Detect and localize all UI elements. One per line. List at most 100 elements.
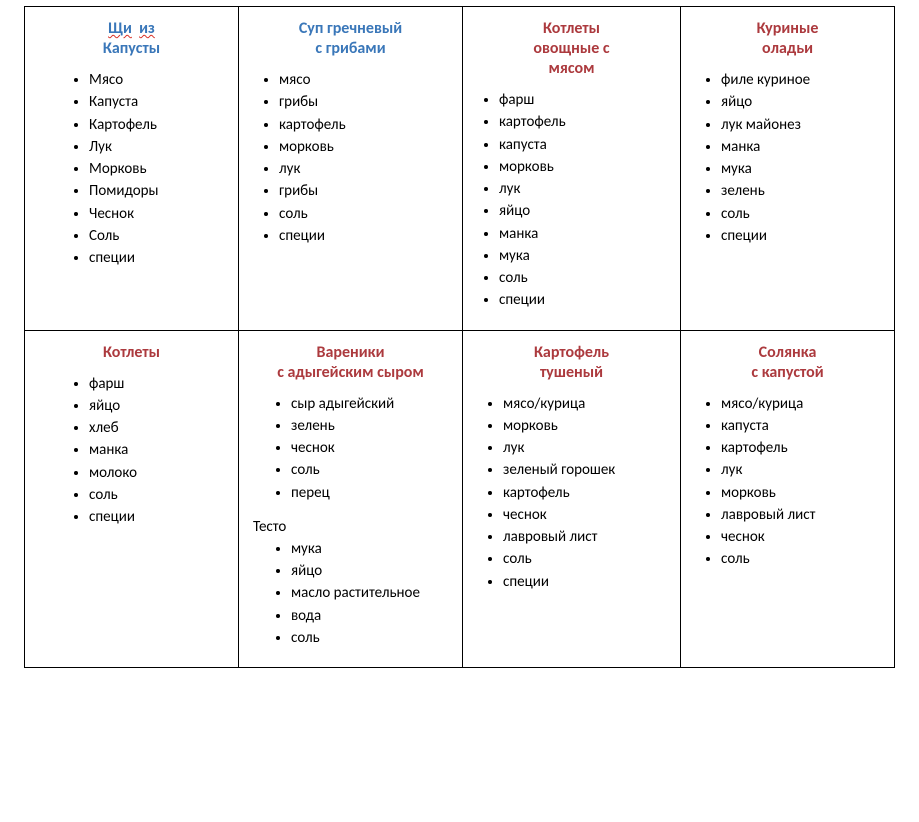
title-part: Капусты: [103, 39, 160, 58]
ingredient-item: лук: [721, 459, 888, 481]
title-part: Щи: [108, 19, 132, 38]
ingredient-item: молоко: [89, 462, 232, 484]
ingredient-item: специи: [721, 225, 888, 247]
ingredient-item: специи: [279, 225, 456, 247]
title-part: Котлеты: [543, 19, 600, 38]
ingredient-item: картофель: [279, 114, 456, 136]
recipes-table: Щи из Капусты Мясо Капуста Картофель Лук…: [24, 6, 895, 668]
ingredient-item: вода: [291, 605, 456, 627]
ingredient-item: Помидоры: [89, 180, 232, 202]
ingredient-item: специи: [89, 506, 232, 528]
title-part: Картофель: [534, 343, 609, 362]
recipe-cell: Солянка с капустой мясо/курица капуста к…: [681, 330, 895, 668]
ingredient-item: соль: [721, 203, 888, 225]
recipe-title: Щи из Капусты: [31, 19, 232, 59]
ingredient-item: манка: [89, 439, 232, 461]
sub-heading: Тесто: [253, 518, 456, 536]
ingredient-item: мука: [291, 538, 456, 560]
recipe-cell: Суп гречневый с грибами мясо грибы карто…: [239, 7, 463, 331]
ingredient-item: картофель: [499, 111, 674, 133]
ingredient-item: соль: [89, 484, 232, 506]
ingredient-item: чеснок: [503, 504, 674, 526]
title-part: Суп гречневый: [299, 19, 402, 38]
ingredient-item: морковь: [721, 482, 888, 504]
ingredient-list: филе куриное яйцо лук майонез манка мука…: [687, 69, 888, 247]
recipe-cell: Картофель тушеный мясо/курица морковь лу…: [463, 330, 681, 668]
ingredient-item: грибы: [279, 91, 456, 113]
ingredient-item: капуста: [499, 134, 674, 156]
title-part: с грибами: [315, 39, 385, 58]
ingredient-item: соль: [721, 548, 888, 570]
ingredient-item: мясо/курица: [503, 393, 674, 415]
recipe-title: Картофель тушеный: [469, 343, 674, 383]
ingredient-item: яйцо: [721, 91, 888, 113]
ingredient-item: специи: [503, 571, 674, 593]
ingredient-item: лук: [499, 178, 674, 200]
ingredient-list: фарш картофель капуста морковь лук яйцо …: [469, 89, 674, 312]
title-part: Вареники: [317, 343, 385, 362]
ingredient-item: манка: [499, 223, 674, 245]
ingredient-list: мясо грибы картофель морковь лук грибы с…: [245, 69, 456, 247]
title-part: Куриные: [757, 19, 819, 38]
ingredient-item: капуста: [721, 415, 888, 437]
title-part: из: [139, 19, 155, 38]
ingredient-item: Картофель: [89, 114, 232, 136]
ingredient-item: яйцо: [499, 200, 674, 222]
ingredient-item: морковь: [499, 156, 674, 178]
title-part: с капустой: [751, 363, 823, 382]
ingredient-item: мука: [721, 158, 888, 180]
ingredient-item: зеленый горошек: [503, 459, 674, 481]
ingredient-item: Чеснок: [89, 203, 232, 225]
recipe-title: Куриные оладьи: [687, 19, 888, 59]
ingredient-item: Мясо: [89, 69, 232, 91]
ingredient-item: Соль: [89, 225, 232, 247]
title-part: мясом: [548, 59, 594, 78]
ingredient-list: Мясо Капуста Картофель Лук Морковь Помид…: [31, 69, 232, 269]
ingredient-item: соль: [291, 627, 456, 649]
ingredient-item: яйцо: [89, 395, 232, 417]
ingredient-item: соль: [279, 203, 456, 225]
ingredient-list: мясо/курица капуста картофель лук морков…: [687, 393, 888, 571]
recipe-title: Солянка с капустой: [687, 343, 888, 383]
ingredient-item: мясо/курица: [721, 393, 888, 415]
ingredient-list: мука яйцо масло растительное вода соль: [245, 538, 456, 649]
ingredient-item: соль: [503, 548, 674, 570]
ingredient-item: специи: [499, 289, 674, 311]
recipe-title: Суп гречневый с грибами: [245, 19, 456, 59]
ingredient-item: Морковь: [89, 158, 232, 180]
ingredient-item: лавровый лист: [721, 504, 888, 526]
ingredient-item: морковь: [503, 415, 674, 437]
ingredient-item: зелень: [291, 415, 456, 437]
title-part: тушеный: [540, 363, 603, 382]
title-part: Котлеты: [103, 343, 160, 362]
ingredient-item: фарш: [499, 89, 674, 111]
recipe-cell: Котлеты фарш яйцо хлеб манка молоко соль…: [25, 330, 239, 668]
ingredient-item: масло растительное: [291, 582, 456, 604]
recipe-cell: Котлеты овощные с мясом фарш картофель к…: [463, 7, 681, 331]
recipe-cell: Вареники с адыгейским сыром сыр адыгейск…: [239, 330, 463, 668]
ingredient-item: специи: [89, 247, 232, 269]
ingredient-item: лук: [279, 158, 456, 180]
recipe-title: Вареники с адыгейским сыром: [245, 343, 456, 383]
ingredient-item: хлеб: [89, 417, 232, 439]
title-part: оладьи: [762, 39, 813, 58]
ingredient-item: зелень: [721, 180, 888, 202]
ingredient-item: фарш: [89, 373, 232, 395]
recipe-title: Котлеты: [31, 343, 232, 363]
ingredient-item: лук майонез: [721, 114, 888, 136]
ingredient-item: лук: [503, 437, 674, 459]
title-part: с адыгейским сыром: [277, 363, 424, 382]
recipe-title: Котлеты овощные с мясом: [469, 19, 674, 79]
ingredient-item: грибы: [279, 180, 456, 202]
ingredient-item: чеснок: [721, 526, 888, 548]
ingredient-item: перец: [291, 482, 456, 504]
ingredient-item: Капуста: [89, 91, 232, 113]
recipe-cell: Куриные оладьи филе куриное яйцо лук май…: [681, 7, 895, 331]
ingredient-list: фарш яйцо хлеб манка молоко соль специи: [31, 373, 232, 529]
ingredient-item: Лук: [89, 136, 232, 158]
ingredient-item: мясо: [279, 69, 456, 91]
ingredient-item: картофель: [503, 482, 674, 504]
ingredient-list: мясо/курица морковь лук зеленый горошек …: [469, 393, 674, 593]
ingredient-item: картофель: [721, 437, 888, 459]
recipe-cell: Щи из Капусты Мясо Капуста Картофель Лук…: [25, 7, 239, 331]
